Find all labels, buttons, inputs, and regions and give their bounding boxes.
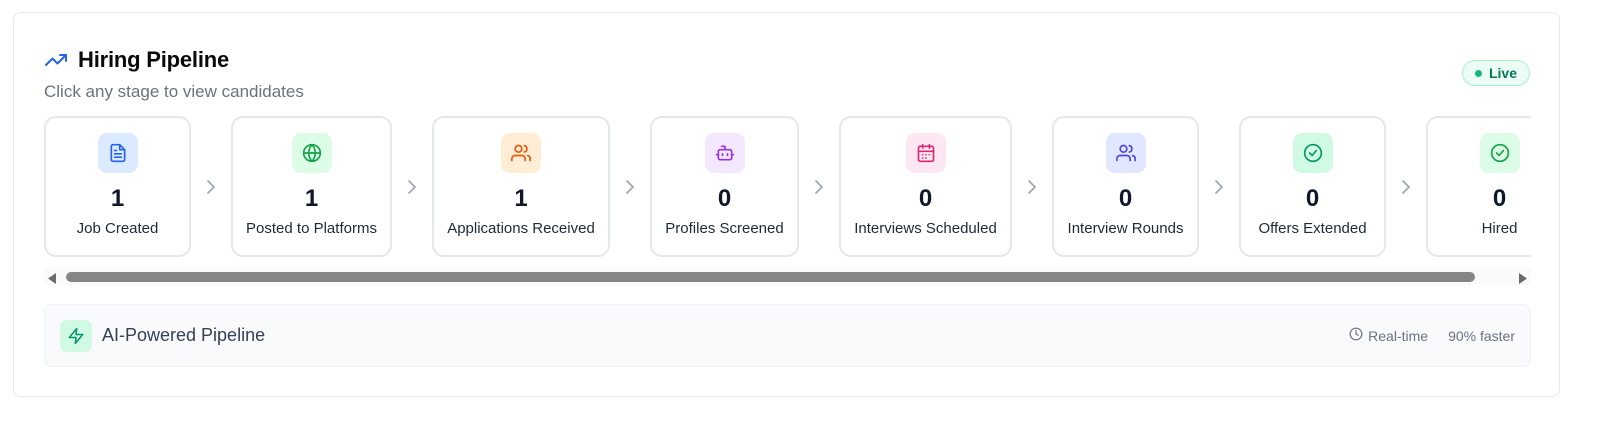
ai-pipeline-footer: AI-Powered Pipeline Real-time 90% faster bbox=[44, 304, 1531, 367]
live-label: Live bbox=[1488, 65, 1517, 81]
check-circle-icon bbox=[1292, 133, 1333, 173]
stage-label: Offers Extended bbox=[1258, 220, 1367, 237]
stage-label: Posted to Platforms bbox=[246, 220, 377, 237]
scroll-left-arrow-icon[interactable] bbox=[47, 271, 57, 288]
stage-count: 0 bbox=[1492, 185, 1507, 212]
stage-card[interactable]: 0 Interview Rounds bbox=[1052, 116, 1199, 257]
realtime-indicator: Real-time bbox=[1349, 327, 1428, 344]
pipeline-stages: 1 Job Created 1 Posted to Platforms 1 Applica… bbox=[44, 116, 1531, 257]
stage-card[interactable]: 1 Applications Received bbox=[432, 116, 610, 257]
stage-card[interactable]: 0 Interviews Scheduled bbox=[839, 116, 1012, 257]
stage-label: Interviews Scheduled bbox=[854, 220, 997, 237]
stage-label: Job Created bbox=[76, 220, 159, 237]
calendar-icon bbox=[905, 133, 946, 173]
globe-icon bbox=[291, 133, 332, 173]
stage-count: 1 bbox=[304, 185, 319, 212]
stage-card[interactable]: 0 Offers Extended bbox=[1239, 116, 1386, 257]
chevron-right-icon bbox=[799, 179, 839, 194]
document-icon bbox=[97, 133, 138, 173]
stage-count: 0 bbox=[717, 185, 732, 212]
stage-card[interactable]: 1 Posted to Platforms bbox=[231, 116, 392, 257]
realtime-label: Real-time bbox=[1368, 327, 1429, 344]
chevron-right-icon bbox=[392, 179, 432, 194]
stage-label: Hired bbox=[1481, 220, 1518, 237]
lightning-icon bbox=[60, 319, 92, 352]
stage-card[interactable]: 1 Job Created bbox=[44, 116, 191, 257]
stage-label: Profiles Screened bbox=[665, 220, 784, 237]
live-dot-icon bbox=[1474, 69, 1482, 77]
pipeline-header: Hiring Pipeline Click any stage to view … bbox=[44, 47, 304, 102]
stage-count: 1 bbox=[110, 185, 125, 212]
chevron-right-icon bbox=[191, 179, 231, 194]
chevron-right-icon bbox=[1012, 179, 1052, 194]
bot-icon bbox=[704, 133, 745, 173]
scroll-right-arrow-icon[interactable] bbox=[1518, 271, 1528, 288]
stage-label: Applications Received bbox=[447, 220, 595, 237]
scrollbar-thumb[interactable] bbox=[66, 272, 1475, 282]
page-subtitle: Click any stage to view candidates bbox=[44, 82, 304, 101]
users-icon bbox=[1105, 133, 1146, 173]
page-title: Hiring Pipeline bbox=[78, 47, 230, 72]
check-circle-icon bbox=[1479, 133, 1520, 173]
chevron-right-icon bbox=[610, 179, 650, 194]
stage-label: Interview Rounds bbox=[1067, 220, 1184, 237]
chevron-right-icon bbox=[1386, 179, 1426, 194]
stage-count: 0 bbox=[918, 185, 933, 212]
footer-title: AI-Powered Pipeline bbox=[102, 325, 266, 345]
stage-count: 1 bbox=[514, 185, 528, 212]
live-status-badge: Live bbox=[1461, 60, 1530, 86]
users-icon bbox=[501, 133, 541, 173]
speed-label: 90% faster bbox=[1448, 327, 1515, 344]
clock-icon bbox=[1349, 327, 1363, 344]
stage-card[interactable]: 0 Profiles Screened bbox=[650, 116, 799, 257]
stage-count: 0 bbox=[1118, 185, 1133, 212]
hiring-pipeline-card: Hiring Pipeline Click any stage to view … bbox=[13, 12, 1560, 397]
horizontal-scrollbar[interactable] bbox=[44, 268, 1531, 285]
stage-count: 0 bbox=[1305, 185, 1320, 212]
trending-up-icon bbox=[44, 48, 68, 72]
stage-card[interactable]: 0 Hired bbox=[1426, 116, 1531, 257]
chevron-right-icon bbox=[1199, 179, 1239, 194]
pipeline-stages-scroller[interactable]: 1 Job Created 1 Posted to Platforms 1 Applica… bbox=[44, 116, 1531, 288]
